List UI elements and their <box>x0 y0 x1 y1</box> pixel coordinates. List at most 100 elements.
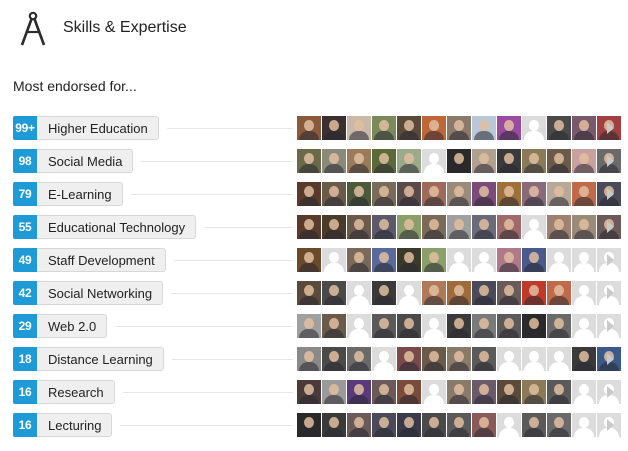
endorser-avatar[interactable] <box>572 248 596 272</box>
show-more-endorsers-arrow-icon[interactable] <box>607 287 614 299</box>
endorsement-count-badge[interactable]: 16 <box>13 413 37 437</box>
endorser-avatar[interactable] <box>497 182 521 206</box>
endorser-avatar[interactable] <box>497 413 521 437</box>
show-more-endorsers-arrow-icon[interactable] <box>607 353 614 365</box>
endorser-avatar[interactable] <box>447 413 471 437</box>
endorser-avatar[interactable] <box>472 182 496 206</box>
skill-name-pill[interactable]: Educational Technology <box>37 215 197 239</box>
endorser-avatar[interactable] <box>547 182 571 206</box>
endorser-avatar[interactable] <box>347 314 371 338</box>
endorser-avatar[interactable] <box>472 413 496 437</box>
endorsement-count-badge[interactable]: 98 <box>13 149 37 173</box>
endorser-avatar[interactable] <box>372 281 396 305</box>
endorser-avatar[interactable] <box>422 182 446 206</box>
endorser-avatar[interactable] <box>522 149 546 173</box>
endorser-avatar[interactable] <box>422 347 446 371</box>
endorser-avatar[interactable] <box>422 215 446 239</box>
endorser-avatar[interactable] <box>522 248 546 272</box>
endorser-avatar[interactable] <box>322 380 346 404</box>
endorser-avatar[interactable] <box>322 413 346 437</box>
endorser-avatar[interactable] <box>447 182 471 206</box>
show-more-endorsers-arrow-icon[interactable] <box>607 221 614 233</box>
endorser-avatar[interactable] <box>322 248 346 272</box>
endorsement-count-badge[interactable]: 49 <box>13 248 37 272</box>
endorser-avatar[interactable] <box>372 116 396 140</box>
endorser-avatar[interactable] <box>322 116 346 140</box>
endorser-avatar[interactable] <box>472 149 496 173</box>
show-more-endorsers-arrow-icon[interactable] <box>607 155 614 167</box>
endorser-avatar[interactable] <box>297 314 321 338</box>
endorser-avatar[interactable] <box>572 116 596 140</box>
endorser-avatar[interactable] <box>547 380 571 404</box>
show-more-endorsers-arrow-icon[interactable] <box>607 122 614 134</box>
endorser-avatar[interactable] <box>322 314 346 338</box>
show-more-endorsers-arrow-icon[interactable] <box>607 188 614 200</box>
endorser-avatar[interactable] <box>547 149 571 173</box>
endorser-avatar[interactable] <box>572 149 596 173</box>
endorser-avatar[interactable] <box>322 182 346 206</box>
endorser-avatar[interactable] <box>447 149 471 173</box>
endorser-avatar[interactable] <box>472 380 496 404</box>
endorser-avatar[interactable] <box>472 215 496 239</box>
endorser-avatar[interactable] <box>572 182 596 206</box>
endorser-avatar[interactable] <box>547 314 571 338</box>
endorser-avatar[interactable] <box>547 248 571 272</box>
endorser-avatar[interactable] <box>347 149 371 173</box>
endorser-avatar[interactable] <box>472 248 496 272</box>
endorser-avatar[interactable] <box>497 347 521 371</box>
endorsement-count-badge[interactable]: 29 <box>13 314 37 338</box>
endorser-avatar[interactable] <box>422 116 446 140</box>
endorser-avatar[interactable] <box>372 149 396 173</box>
endorser-avatar[interactable] <box>572 413 596 437</box>
endorser-avatar[interactable] <box>397 380 421 404</box>
endorser-avatar[interactable] <box>472 116 496 140</box>
endorser-avatar[interactable] <box>497 149 521 173</box>
endorser-avatar[interactable] <box>297 380 321 404</box>
endorser-avatar[interactable] <box>547 215 571 239</box>
endorser-avatar[interactable] <box>422 413 446 437</box>
endorser-avatar[interactable] <box>522 314 546 338</box>
show-more-endorsers-arrow-icon[interactable] <box>607 386 614 398</box>
endorser-avatar[interactable] <box>547 281 571 305</box>
endorser-avatar[interactable] <box>497 314 521 338</box>
endorser-avatar[interactable] <box>447 215 471 239</box>
endorsement-count-badge[interactable]: 79 <box>13 182 37 206</box>
endorser-avatar[interactable] <box>497 215 521 239</box>
endorser-avatar[interactable] <box>297 347 321 371</box>
endorsement-count-badge[interactable]: 55 <box>13 215 37 239</box>
endorser-avatar[interactable] <box>322 215 346 239</box>
endorser-avatar[interactable] <box>422 314 446 338</box>
endorsement-count-badge[interactable]: 42 <box>13 281 37 305</box>
endorser-avatar[interactable] <box>447 281 471 305</box>
endorser-avatar[interactable] <box>372 215 396 239</box>
endorser-avatar[interactable] <box>372 347 396 371</box>
endorser-avatar[interactable] <box>422 281 446 305</box>
endorser-avatar[interactable] <box>397 413 421 437</box>
endorser-avatar[interactable] <box>397 347 421 371</box>
endorser-avatar[interactable] <box>447 347 471 371</box>
show-more-endorsers-arrow-icon[interactable] <box>607 254 614 266</box>
endorser-avatar[interactable] <box>297 215 321 239</box>
skill-name-pill[interactable]: E-Learning <box>37 182 123 206</box>
endorser-avatar[interactable] <box>472 314 496 338</box>
endorser-avatar[interactable] <box>397 215 421 239</box>
endorser-avatar[interactable] <box>572 215 596 239</box>
skill-name-pill[interactable]: Higher Education <box>37 116 159 140</box>
endorser-avatar[interactable] <box>297 281 321 305</box>
skill-name-pill[interactable]: Social Media <box>37 149 134 173</box>
skill-name-pill[interactable]: Lecturing <box>37 413 113 437</box>
endorser-avatar[interactable] <box>447 116 471 140</box>
endorser-avatar[interactable] <box>522 413 546 437</box>
endorser-avatar[interactable] <box>297 413 321 437</box>
endorser-avatar[interactable] <box>372 314 396 338</box>
endorser-avatar[interactable] <box>497 248 521 272</box>
endorser-avatar[interactable] <box>347 347 371 371</box>
endorser-avatar[interactable] <box>497 380 521 404</box>
endorser-avatar[interactable] <box>347 380 371 404</box>
endorser-avatar[interactable] <box>422 380 446 404</box>
endorser-avatar[interactable] <box>547 116 571 140</box>
endorser-avatar[interactable] <box>397 182 421 206</box>
endorser-avatar[interactable] <box>547 347 571 371</box>
endorser-avatar[interactable] <box>522 182 546 206</box>
endorser-avatar[interactable] <box>322 149 346 173</box>
